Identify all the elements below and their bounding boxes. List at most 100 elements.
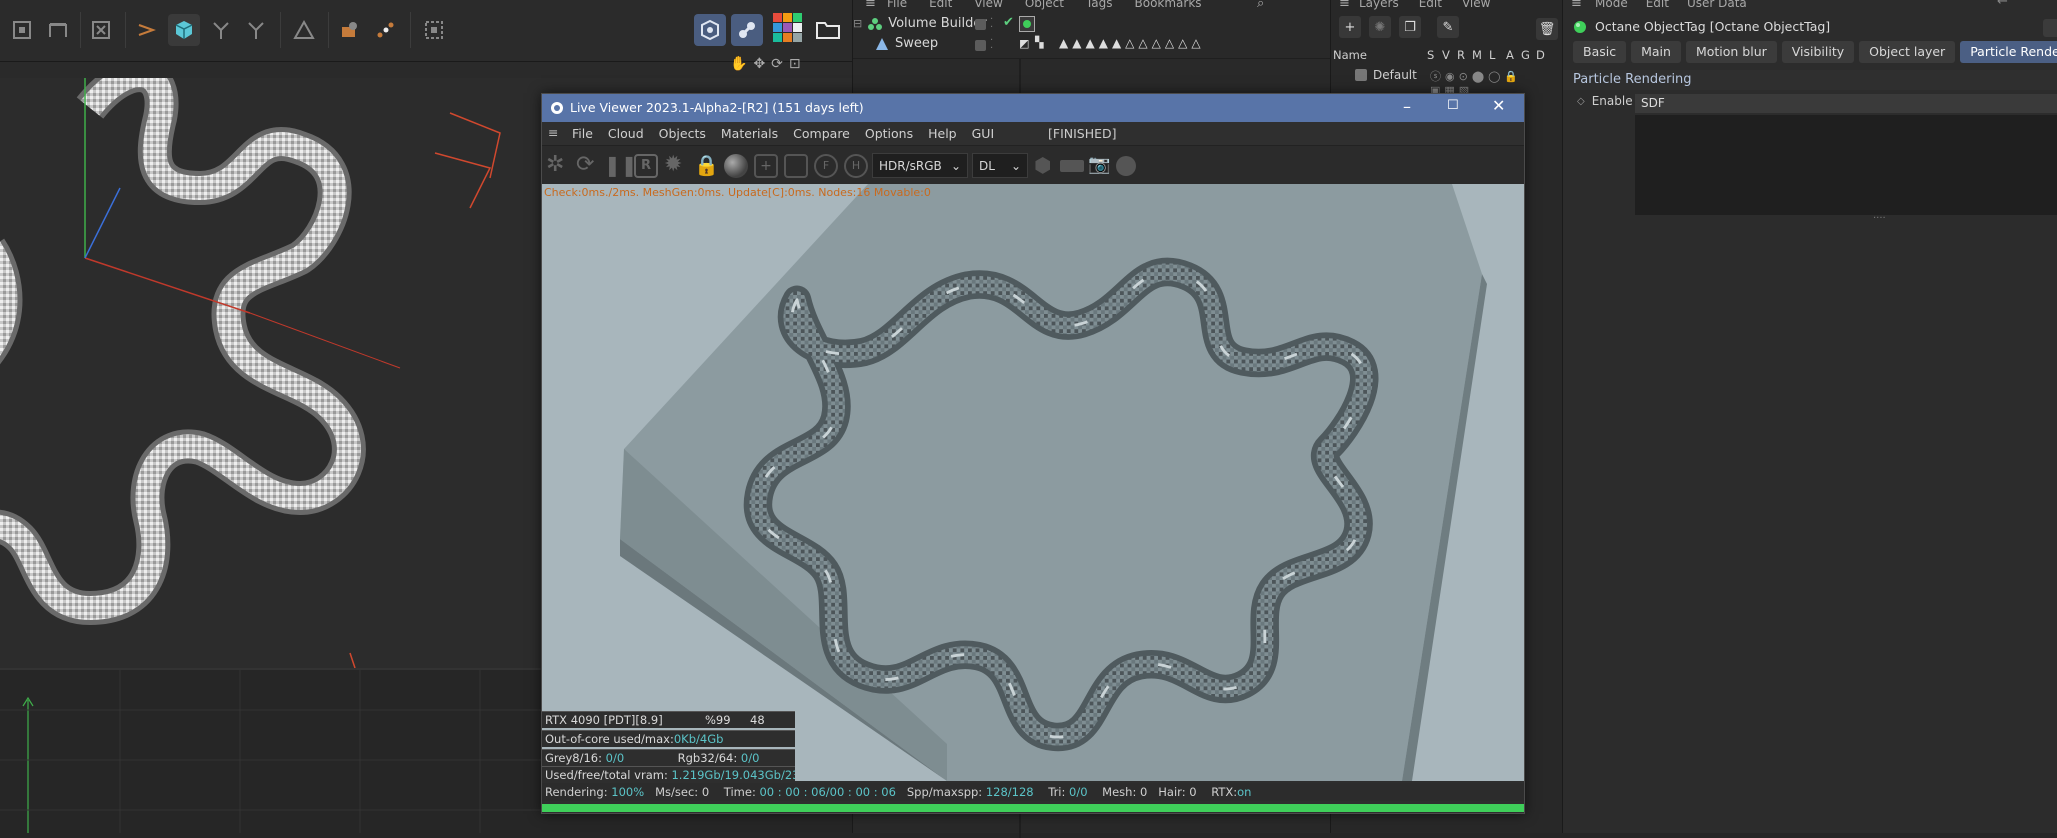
- layers-icon[interactable]: ❐: [1399, 16, 1421, 38]
- hamburger-icon[interactable]: ≡: [1339, 0, 1350, 11]
- triangle-tag-icon[interactable]: △: [1191, 36, 1200, 50]
- layer-color-swatch[interactable]: [1355, 69, 1367, 81]
- triangle-icon[interactable]: [288, 14, 320, 46]
- resize-grip-icon[interactable]: ....: [1873, 210, 1886, 221]
- triangle-tag-icon[interactable]: ▲: [1085, 36, 1094, 50]
- menu-tags[interactable]: Tags: [1086, 0, 1113, 12]
- menu-options[interactable]: Options: [865, 126, 913, 141]
- column-l[interactable]: L: [1489, 48, 1506, 62]
- maximize-icon[interactable]: ⊡: [789, 56, 801, 72]
- column-a[interactable]: A: [1506, 48, 1521, 62]
- lock-view-icon[interactable]: [418, 14, 450, 46]
- menu-object[interactable]: Object: [1025, 0, 1064, 12]
- tab-main[interactable]: Main: [1631, 41, 1681, 63]
- color-mode-dropdown[interactable]: HDR/sRGB ⌄: [872, 153, 968, 178]
- flag-icon[interactable]: ◩: [1019, 37, 1029, 50]
- menu-view[interactable]: View: [1462, 0, 1490, 10]
- render-region-icon[interactable]: [42, 14, 74, 46]
- menu-objects[interactable]: Objects: [659, 126, 706, 141]
- menu-cloud[interactable]: Cloud: [608, 126, 644, 141]
- attribute-manager[interactable]: ≡ Mode Edit User Data ← Octane ObjectTag…: [1562, 0, 2057, 833]
- menu-materials[interactable]: Materials: [721, 126, 778, 141]
- dots-icon[interactable]: · ·: [990, 15, 993, 33]
- triangle-tag-icon[interactable]: △: [1178, 36, 1187, 50]
- generator-icon[interactable]: [205, 14, 237, 46]
- pan-icon[interactable]: ✋: [730, 56, 747, 72]
- layer-row-default[interactable]: Default: [1355, 68, 1417, 82]
- hamburger-icon[interactable]: ≡: [548, 125, 558, 140]
- maximize-icon[interactable]: ☐: [1447, 98, 1459, 113]
- menu-user-data[interactable]: User Data: [1687, 0, 1747, 10]
- visibility-toggle-sweep[interactable]: [975, 40, 986, 51]
- tab-particle-rendering[interactable]: Particle Rendering: [1960, 41, 2057, 63]
- menu-compare[interactable]: Compare: [793, 126, 850, 141]
- tab-motion-blur[interactable]: Motion blur: [1685, 41, 1777, 63]
- points-icon[interactable]: [369, 14, 401, 46]
- menu-file[interactable]: File: [887, 0, 907, 12]
- tab-basic[interactable]: Basic: [1573, 41, 1627, 63]
- dots-icon[interactable]: · ·: [990, 36, 993, 54]
- add-layer-icon[interactable]: +: [1339, 16, 1361, 38]
- camera-icon[interactable]: 📷: [1088, 154, 1112, 178]
- add-view-icon[interactable]: +: [754, 154, 778, 178]
- column-g[interactable]: G: [1521, 48, 1536, 62]
- folder-icon[interactable]: [812, 14, 844, 46]
- column-d[interactable]: D: [1536, 48, 1546, 62]
- triangle-tag-icon[interactable]: ▲: [1072, 36, 1081, 50]
- check-icon[interactable]: ✔: [1003, 15, 1014, 30]
- sun-icon[interactable]: ✺: [1369, 16, 1391, 38]
- column-name[interactable]: Name: [1333, 48, 1427, 62]
- delete-icon[interactable]: [85, 14, 117, 46]
- column-s[interactable]: S: [1427, 48, 1442, 62]
- triangle-tag-icon[interactable]: △: [1165, 36, 1174, 50]
- film-icon[interactable]: [1060, 160, 1084, 172]
- hamburger-icon[interactable]: ≡: [1571, 0, 1582, 11]
- deformer-icon[interactable]: [240, 14, 272, 46]
- rotate-icon[interactable]: ⟳: [771, 56, 783, 72]
- checker-tag-icon[interactable]: ▚: [1035, 36, 1043, 49]
- tab-object-layer[interactable]: Object layer: [1859, 41, 1956, 63]
- menu-help[interactable]: Help: [928, 126, 957, 141]
- menu-edit[interactable]: Edit: [1419, 0, 1442, 10]
- column-v[interactable]: V: [1442, 48, 1457, 62]
- triangle-tag-icon[interactable]: ▲: [1112, 36, 1121, 50]
- aperture-icon[interactable]: ✲: [546, 154, 570, 178]
- record-icon[interactable]: [1116, 156, 1136, 176]
- triangle-tag-icon[interactable]: ▲: [1099, 36, 1108, 50]
- menu-file[interactable]: File: [572, 126, 593, 141]
- hexagon-icon[interactable]: ⬢: [1034, 154, 1058, 178]
- keyframe-diamond-icon[interactable]: ◇: [1577, 96, 1585, 107]
- pause-icon[interactable]: ❚❚: [604, 154, 638, 178]
- settings-gear-icon[interactable]: ✹: [664, 154, 688, 178]
- material-ball-icon[interactable]: [724, 154, 748, 178]
- octane-tools-icon[interactable]: [731, 14, 763, 46]
- cube-icon[interactable]: [168, 14, 200, 46]
- tab-visibility[interactable]: Visibility: [1781, 41, 1855, 63]
- visibility-toggle[interactable]: [975, 19, 986, 30]
- enable-dropdown[interactable]: SDF: [1635, 94, 2057, 113]
- render-view[interactable]: Check:0ms./2ms. MeshGen:0ms. Update[C]:0…: [542, 184, 1524, 781]
- enable-text-area[interactable]: [1635, 115, 2057, 215]
- kernel-dropdown[interactable]: DL ⌄: [972, 153, 1028, 178]
- triangle-tag-icon[interactable]: △: [1125, 36, 1134, 50]
- focus-f-icon[interactable]: F: [814, 154, 838, 178]
- collapse-icon[interactable]: ⊟: [853, 17, 862, 30]
- restart-render-icon[interactable]: ⟳: [576, 154, 600, 178]
- menu-gui[interactable]: GUI: [972, 126, 995, 141]
- tree-item-sweep[interactable]: Sweep: [875, 36, 938, 51]
- lock-icon[interactable]: 🔒: [694, 154, 719, 178]
- camera-object-icon[interactable]: [333, 14, 365, 46]
- spline-icon[interactable]: [130, 14, 162, 46]
- menu-edit[interactable]: Edit: [929, 0, 952, 12]
- column-m[interactable]: M: [1472, 48, 1489, 62]
- palette-icon[interactable]: [771, 12, 803, 44]
- menu-view[interactable]: View: [974, 0, 1002, 12]
- menu-mode[interactable]: Mode: [1595, 0, 1628, 10]
- region-render-icon[interactable]: R: [634, 154, 658, 178]
- triangle-tag-icon[interactable]: △: [1152, 36, 1161, 50]
- section-header[interactable]: Particle Rendering: [1563, 70, 2057, 90]
- trash-icon[interactable]: 🗑: [1536, 18, 1558, 40]
- column-r[interactable]: R: [1457, 48, 1472, 62]
- tree-item-volume-builder[interactable]: ⊟ Volume Builder: [853, 16, 987, 31]
- eyedropper-icon[interactable]: ✎: [1437, 16, 1459, 38]
